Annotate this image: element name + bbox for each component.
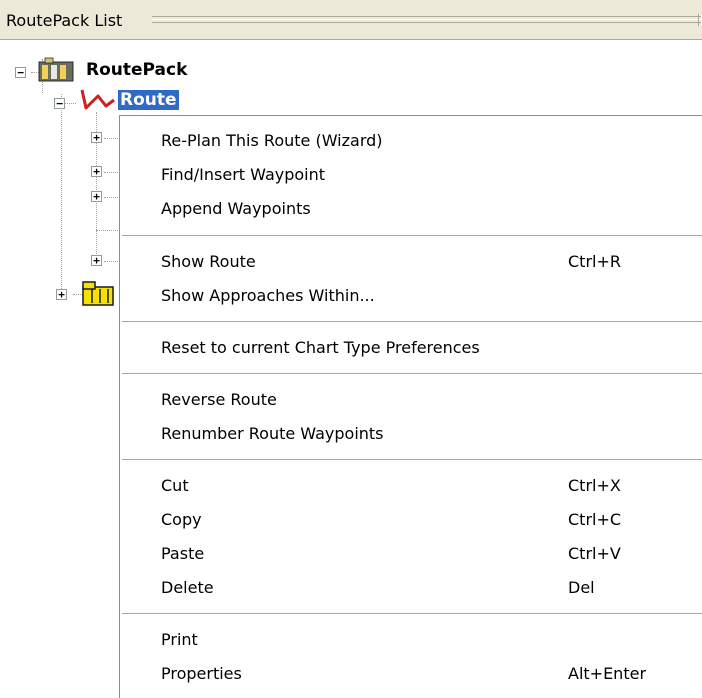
menu-item-label: Reset to current Chart Type Preferences (161, 338, 480, 357)
menu-item-shortcut: Ctrl+V (568, 544, 621, 563)
menu-item-shortcut: Ctrl+R (568, 252, 621, 271)
menu-item-cut[interactable]: Cut Ctrl+X (120, 469, 702, 503)
context-menu: Re-Plan This Route (Wizard) Find/Insert … (119, 115, 702, 698)
titlebar-grip[interactable] (152, 16, 702, 23)
menu-separator (122, 321, 702, 322)
menu-item-reverse-route[interactable]: Reverse Route (120, 383, 702, 417)
expand-toggle-child-1[interactable]: + (91, 132, 102, 143)
menu-item-shortcut: Alt+Enter (568, 664, 647, 683)
menu-separator (122, 235, 702, 236)
panel-title: RoutePack List (6, 11, 123, 30)
folder-icon (82, 281, 114, 306)
menu-separator (122, 373, 702, 374)
menu-item-label: Reverse Route (161, 390, 277, 409)
tree-line (61, 94, 62, 289)
menu-item-show-approaches[interactable]: Show Approaches Within... (120, 279, 702, 313)
tree-line (104, 172, 118, 173)
menu-item-label: Delete (161, 578, 214, 597)
menu-item-replan-route[interactable]: Re-Plan This Route (Wizard) (120, 124, 702, 158)
expand-toggle-child-2[interactable]: + (91, 166, 102, 177)
menu-item-label: Print (161, 630, 198, 649)
routepack-icon (38, 57, 74, 82)
tree-node-route[interactable]: Route (117, 89, 180, 111)
collapse-toggle-routepack[interactable]: − (15, 67, 26, 78)
menu-item-print[interactable]: Print (120, 623, 702, 657)
menu-item-label: Show Approaches Within... (161, 286, 375, 305)
menu-item-delete[interactable]: Delete Del (120, 571, 702, 605)
menu-item-append-waypoints[interactable]: Append Waypoints (120, 192, 702, 226)
route-icon (80, 89, 115, 110)
menu-item-label: Copy (161, 510, 202, 529)
tree-line (104, 138, 118, 139)
tree-node-routepack[interactable]: RoutePack (86, 60, 187, 80)
menu-item-reset-chart-prefs[interactable]: Reset to current Chart Type Preferences (120, 331, 702, 365)
menu-item-find-insert-waypoint[interactable]: Find/Insert Waypoint (120, 158, 702, 192)
menu-separator (122, 613, 702, 614)
menu-item-label: Re-Plan This Route (Wizard) (161, 131, 383, 150)
menu-item-shortcut: Ctrl+C (568, 510, 622, 529)
expand-toggle-folder[interactable]: + (56, 289, 67, 300)
menu-item-label: Show Route (161, 252, 256, 271)
menu-item-label: Renumber Route Waypoints (161, 424, 384, 443)
menu-item-shortcut: Del (568, 578, 595, 597)
menu-item-renumber-waypoints[interactable]: Renumber Route Waypoints (120, 417, 702, 451)
panel-titlebar: RoutePack List (0, 0, 702, 40)
menu-item-shortcut: Ctrl+X (568, 476, 621, 495)
menu-item-label: Paste (161, 544, 205, 563)
menu-item-copy[interactable]: Copy Ctrl+C (120, 503, 702, 537)
expand-toggle-child-3[interactable]: + (91, 191, 102, 202)
menu-item-label: Properties (161, 664, 242, 683)
tree-line (104, 261, 118, 262)
tree-line (104, 197, 118, 198)
menu-item-properties[interactable]: Properties Alt+Enter (120, 657, 702, 691)
titlebar-grip-end (698, 14, 702, 26)
expand-toggle-child-4[interactable]: + (91, 255, 102, 266)
menu-separator (122, 459, 702, 460)
collapse-toggle-route[interactable]: − (54, 98, 65, 109)
menu-item-label: Find/Insert Waypoint (161, 165, 326, 184)
menu-item-paste[interactable]: Paste Ctrl+V (120, 537, 702, 571)
menu-item-label: Append Waypoints (161, 199, 311, 218)
menu-item-show-route[interactable]: Show Route Ctrl+R (120, 245, 702, 279)
tree-line (96, 230, 118, 231)
menu-item-label: Cut (161, 476, 189, 495)
